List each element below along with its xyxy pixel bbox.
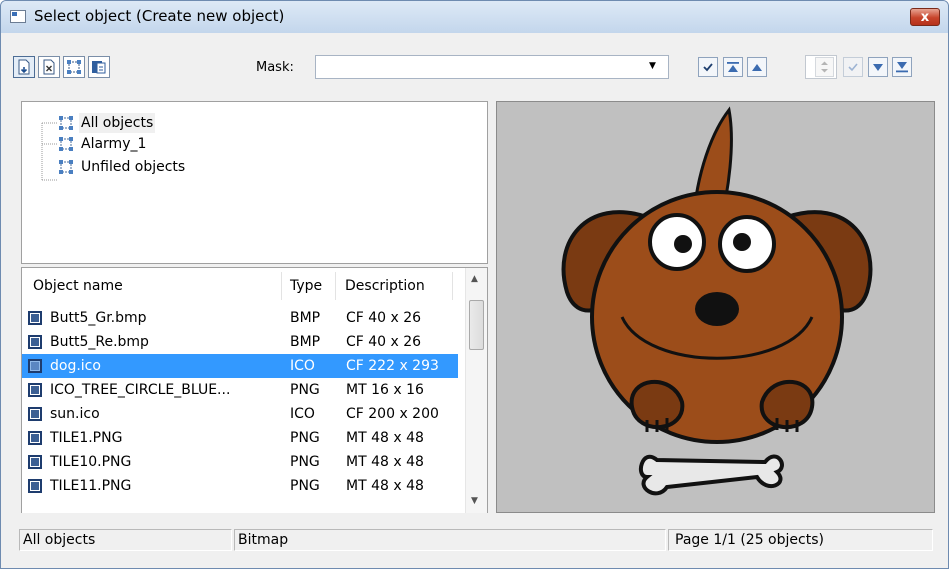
object-group-icon <box>67 60 81 74</box>
scroll-down-icon[interactable]: ▼ <box>471 496 478 506</box>
object-group-button[interactable] <box>63 56 85 78</box>
new-object-icon <box>18 59 30 75</box>
png-file-icon <box>28 455 42 469</box>
checkmark-icon <box>848 63 858 72</box>
arrow-down-icon <box>873 64 883 71</box>
apply-mask-button[interactable] <box>698 57 718 77</box>
content-area: All objects Alarmy_1 Unfiled objects Obj… <box>1 93 948 514</box>
spinner-arrows-icon <box>821 61 828 73</box>
list-item[interactable]: ICO_TREE_CIRCLE_BLUE... PNG MT 16 x 16 <box>22 378 458 402</box>
first-page-icon <box>727 62 739 72</box>
column-header-type[interactable]: Type <box>290 278 322 294</box>
scroll-up-icon[interactable]: ▲ <box>471 274 478 284</box>
icon-file-icon <box>28 359 42 373</box>
window-icon <box>10 10 26 23</box>
object-group-icon <box>59 160 73 174</box>
new-object-button[interactable] <box>13 56 35 78</box>
png-file-icon <box>28 431 42 445</box>
arrow-up-icon <box>752 64 762 71</box>
tree-item-label: All objects <box>79 113 156 133</box>
list-item[interactable]: TILE10.PNG PNG MT 48 x 48 <box>22 450 458 474</box>
object-list: Object name Type Description Butt5_Gr.bm… <box>21 267 488 514</box>
checkmark-icon <box>703 63 713 72</box>
page-spinner-arrows[interactable] <box>815 57 834 77</box>
list-scrollbar[interactable]: ▲ ▼ <box>465 268 487 513</box>
last-page-button[interactable] <box>892 57 912 77</box>
tree-item-label: Alarmy_1 <box>81 136 147 152</box>
status-bar: All objects Bitmap Page 1/1 (25 objects) <box>1 513 948 568</box>
close-button[interactable]: x <box>910 8 940 26</box>
open-object-button[interactable] <box>88 56 110 78</box>
list-item[interactable]: sun.ico ICO CF 200 x 200 <box>22 402 458 426</box>
mask-label: Mask: <box>256 60 294 75</box>
select-object-dialog: Select object (Create new object) x Mask… <box>0 0 949 569</box>
png-file-icon <box>28 479 42 493</box>
title-bar[interactable]: Select object (Create new object) x <box>1 1 948 33</box>
delete-object-button[interactable] <box>38 56 60 78</box>
object-group-icon <box>59 137 73 151</box>
list-item[interactable]: Butt5_Gr.bmp BMP CF 40 x 26 <box>22 306 458 330</box>
status-object-kind: Bitmap <box>234 529 666 551</box>
list-header: Object name Type Description <box>22 268 465 304</box>
scrollbar-thumb[interactable] <box>469 300 484 350</box>
delete-object-icon <box>43 59 55 75</box>
chevron-down-icon[interactable]: ▼ <box>649 61 656 71</box>
toolbar: Mask: ▼ <box>1 33 948 93</box>
column-header-description[interactable]: Description <box>345 278 425 294</box>
first-page-button[interactable] <box>723 57 743 77</box>
list-item-selected[interactable]: dog.ico ICO CF 222 x 293 <box>22 354 458 378</box>
folder-tree: All objects Alarmy_1 Unfiled objects <box>21 101 488 264</box>
last-page-icon <box>896 62 908 73</box>
png-file-icon <box>28 383 42 397</box>
list-item[interactable]: TILE11.PNG PNG MT 48 x 48 <box>22 474 458 498</box>
image-preview <box>496 101 935 513</box>
list-item[interactable]: TILE1.PNG PNG MT 48 x 48 <box>22 426 458 450</box>
tree-item-label: Unfiled objects <box>81 159 186 175</box>
open-object-icon <box>92 61 106 74</box>
column-header-object-name[interactable]: Object name <box>33 278 123 294</box>
status-page-info: Page 1/1 (25 objects) <box>668 529 933 551</box>
dog-image <box>561 106 873 496</box>
list-item[interactable]: Butt5_Re.bmp BMP CF 40 x 26 <box>22 330 458 354</box>
icon-file-icon <box>28 407 42 421</box>
next-page-button[interactable] <box>868 57 888 77</box>
go-page-button[interactable] <box>843 57 863 77</box>
status-folder: All objects <box>19 529 232 551</box>
bitmap-file-icon <box>28 335 42 349</box>
previous-page-button[interactable] <box>747 57 767 77</box>
window-title: Select object (Create new object) <box>34 7 285 25</box>
bitmap-file-icon <box>28 311 42 325</box>
mask-input[interactable] <box>315 55 669 79</box>
object-group-icon <box>59 116 73 130</box>
